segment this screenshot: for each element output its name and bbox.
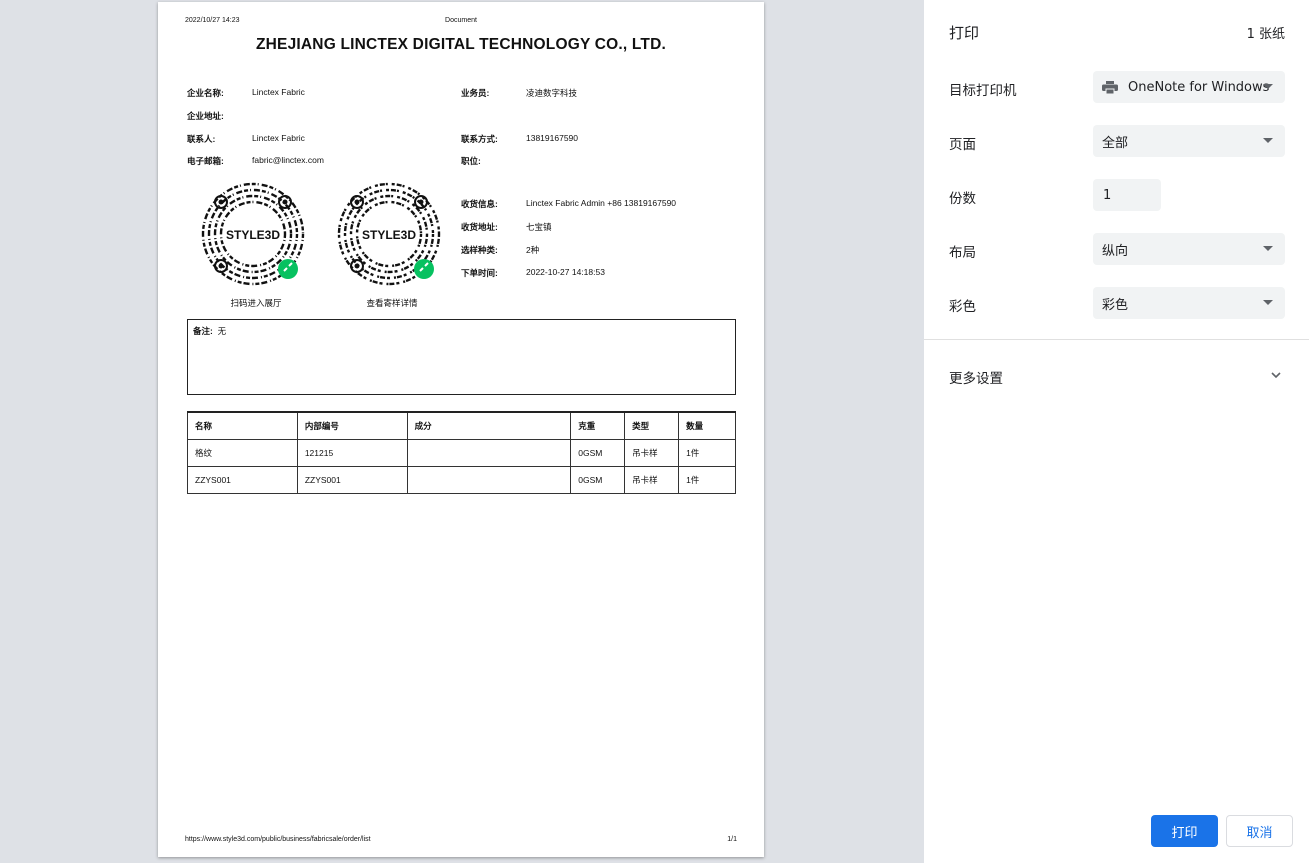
table-cell: 吊卡样 bbox=[624, 465, 680, 494]
pages-label: 页面 bbox=[949, 137, 976, 153]
table-cell: 0GSM bbox=[570, 438, 626, 467]
more-settings-toggle[interactable]: 更多设置 bbox=[949, 367, 1003, 387]
dropdown-arrow-icon bbox=[1263, 138, 1273, 143]
table-cell: 121215 bbox=[296, 438, 408, 467]
table-row: ZZYS001 ZZYS001 0GSM 吊卡样 1件 bbox=[187, 465, 736, 494]
table-cell: 吊卡样 bbox=[624, 438, 680, 467]
remark-value: 无 bbox=[217, 326, 227, 336]
field-label: 联系人: bbox=[187, 134, 216, 144]
color-value: 彩色 bbox=[1102, 297, 1129, 313]
cancel-button[interactable]: 取消 bbox=[1226, 815, 1293, 847]
divider bbox=[924, 339, 1309, 340]
qr-code-sample-details: STYLE3D bbox=[337, 182, 441, 286]
field-label: 企业地址: bbox=[187, 111, 224, 121]
pages-value: 全部 bbox=[1102, 135, 1129, 151]
qr-logo-text: STYLE3D bbox=[362, 228, 416, 242]
preview-page: 2022/10/27 14:23 Document ZHEJIANG LINCT… bbox=[158, 2, 764, 857]
field-value: 2种 bbox=[526, 245, 540, 255]
table-cell bbox=[406, 465, 572, 494]
field-value: 2022-10-27 14:18:53 bbox=[526, 267, 605, 277]
field-label: 收货地址: bbox=[461, 222, 498, 232]
footer-url: https://www.style3d.com/public/business/… bbox=[185, 836, 371, 843]
items-table: 名称 内部编号 成分 克重 类型 数量 格纹 121215 0GSM 吊卡样 1… bbox=[187, 411, 736, 494]
field-value: Linctex Fabric Admin +86 13819167590 bbox=[526, 198, 677, 208]
print-settings-panel: 打印 1 张纸 目标打印机 OneNote for Windows 页面 全部 … bbox=[924, 0, 1309, 863]
color-label: 彩色 bbox=[949, 299, 976, 315]
company-name: ZHEJIANG LINCTEX DIGITAL TECHNOLOGY CO.,… bbox=[255, 36, 666, 53]
table-cell: 1件 bbox=[678, 465, 736, 494]
field-label: 职位: bbox=[461, 156, 481, 166]
field-label: 选样种类: bbox=[461, 245, 498, 255]
field-value: 凌迪数字科技 bbox=[526, 88, 578, 98]
table-cell: 格纹 bbox=[187, 438, 298, 467]
copies-label: 份数 bbox=[949, 191, 976, 207]
field-value: Linctex Fabric bbox=[252, 87, 305, 97]
field-label: 电子邮箱: bbox=[187, 156, 224, 166]
field-value: fabric@linctex.com bbox=[252, 155, 324, 165]
copies-input[interactable]: 1 bbox=[1093, 179, 1161, 211]
table-cell: 0GSM bbox=[570, 465, 626, 494]
remark-box: 备注: 无 bbox=[187, 319, 736, 395]
field-label: 收货信息: bbox=[461, 199, 498, 209]
qr-code-showroom: STYLE3D bbox=[201, 182, 305, 286]
remark-label: 备注: bbox=[193, 326, 213, 336]
qr-caption: 扫码进入展厅 bbox=[230, 298, 282, 308]
header-title: Document bbox=[445, 17, 477, 24]
footer-page-number: 1/1 bbox=[727, 836, 737, 843]
printer-icon bbox=[1102, 80, 1118, 94]
panel-title: 打印 bbox=[949, 24, 980, 42]
column-header: 类型 bbox=[624, 411, 680, 440]
column-header: 名称 bbox=[187, 411, 298, 440]
print-preview-area: 2022/10/27 14:23 Document ZHEJIANG LINCT… bbox=[0, 0, 924, 863]
field-value: Linctex Fabric bbox=[252, 133, 305, 143]
qr-logo-text: STYLE3D bbox=[226, 228, 280, 242]
table-row: 格纹 121215 0GSM 吊卡样 1件 bbox=[187, 438, 736, 467]
column-header: 成分 bbox=[406, 411, 572, 440]
column-header: 克重 bbox=[570, 411, 626, 440]
destination-select[interactable]: OneNote for Windows bbox=[1093, 71, 1285, 103]
table-cell bbox=[406, 438, 572, 467]
dropdown-arrow-icon bbox=[1263, 84, 1273, 89]
layout-select[interactable]: 纵向 bbox=[1093, 233, 1285, 265]
color-select[interactable]: 彩色 bbox=[1093, 287, 1285, 319]
field-label: 企业名称: bbox=[187, 88, 224, 98]
qr-caption: 查看寄样详情 bbox=[366, 298, 418, 308]
column-header: 数量 bbox=[678, 411, 736, 440]
layout-label: 布局 bbox=[949, 245, 976, 261]
table-cell: 1件 bbox=[678, 438, 736, 467]
sheet-count: 1 张纸 bbox=[1246, 27, 1285, 42]
table-cell: ZZYS001 bbox=[296, 465, 408, 494]
table-header-row: 名称 内部编号 成分 克重 类型 数量 bbox=[187, 411, 736, 440]
table-cell: ZZYS001 bbox=[187, 465, 298, 494]
destination-label: 目标打印机 bbox=[949, 83, 1017, 99]
layout-value: 纵向 bbox=[1102, 243, 1129, 259]
field-value: 七宝镇 bbox=[526, 222, 552, 232]
dropdown-arrow-icon bbox=[1263, 246, 1273, 251]
field-label: 联系方式: bbox=[461, 134, 498, 144]
remark-text: 备注: 无 bbox=[193, 325, 226, 337]
print-button[interactable]: 打印 bbox=[1151, 815, 1218, 847]
field-value: 13819167590 bbox=[526, 133, 579, 143]
pages-select[interactable]: 全部 bbox=[1093, 125, 1285, 157]
field-label: 业务员: bbox=[461, 88, 490, 98]
chevron-down-icon[interactable] bbox=[1270, 369, 1282, 381]
column-header: 内部编号 bbox=[296, 411, 408, 440]
field-label: 下单时间: bbox=[461, 268, 498, 278]
dropdown-arrow-icon bbox=[1263, 300, 1273, 305]
destination-value: OneNote for Windows bbox=[1128, 79, 1270, 95]
